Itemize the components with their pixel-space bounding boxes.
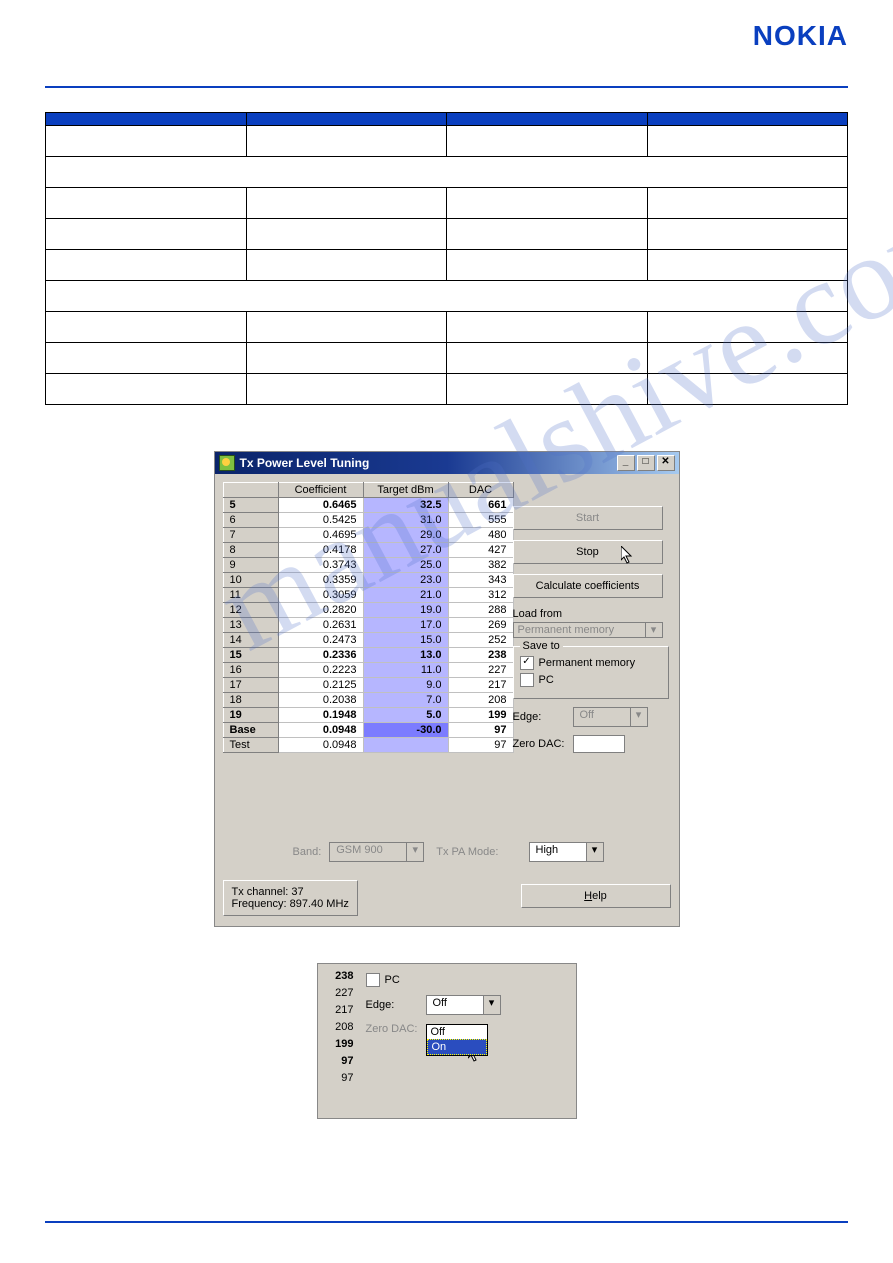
- help-button[interactable]: Help: [521, 884, 671, 908]
- dac-column: 2382272172081999797: [324, 968, 356, 1087]
- chevron-down-icon[interactable]: ▾: [630, 708, 647, 726]
- option-on[interactable]: On: [427, 1039, 487, 1055]
- nokia-logo: NOKIA: [753, 20, 848, 52]
- zero-dac-label: Zero DAC:: [513, 738, 573, 750]
- save-to-group: Save to ✓Permanent memory PC: [513, 646, 669, 699]
- pc-checkbox[interactable]: PC: [520, 673, 662, 687]
- chevron-down-icon[interactable]: ▾: [645, 623, 662, 637]
- tx-power-window: Tx Power Level Tuning _ □ ✕ CoefficientT…: [214, 451, 680, 927]
- edge-label: Edge:: [513, 711, 573, 723]
- chevron-down-icon[interactable]: ▾: [406, 843, 423, 861]
- load-from-label: Load from: [513, 608, 669, 620]
- maximize-icon[interactable]: □: [637, 455, 655, 471]
- power-grid[interactable]: CoefficientTarget dBmDAC50.646532.566160…: [223, 482, 514, 753]
- edge-combo-2[interactable]: Off▾: [426, 995, 501, 1015]
- band-label: Band:: [293, 846, 322, 858]
- perm-memory-checkbox[interactable]: ✓Permanent memory: [520, 656, 662, 670]
- zero-dac-input[interactable]: [573, 735, 625, 753]
- option-off[interactable]: Off: [427, 1025, 487, 1039]
- load-from-combo[interactable]: Permanent memory▾: [513, 622, 663, 638]
- channel-info: Tx channel: 37 Frequency: 897.40 MHz: [223, 880, 358, 916]
- edge-label-2: Edge:: [366, 999, 426, 1011]
- band-combo[interactable]: GSM 900▾: [329, 842, 424, 862]
- edge-dropdown-panel: 2382272172081999797 PC Edge: Off▾ Zero D…: [317, 963, 577, 1119]
- start-button[interactable]: Start: [513, 506, 663, 530]
- stop-button[interactable]: Stop: [513, 540, 663, 564]
- txpa-combo[interactable]: High▾: [529, 842, 604, 862]
- chevron-down-icon[interactable]: ▾: [586, 843, 603, 861]
- pc-checkbox-2[interactable]: PC: [366, 973, 570, 987]
- txpa-label: Tx PA Mode:: [436, 846, 498, 858]
- titlebar[interactable]: Tx Power Level Tuning _ □ ✕: [215, 452, 679, 474]
- edge-combo[interactable]: Off▾: [573, 707, 648, 727]
- minimize-icon[interactable]: _: [617, 455, 635, 471]
- calc-button[interactable]: Calculate coefficients: [513, 574, 663, 598]
- zero-dac-label-2: Zero DAC:: [366, 1023, 426, 1035]
- spec-table: [45, 112, 848, 405]
- close-icon[interactable]: ✕: [657, 455, 675, 471]
- app-icon: [219, 455, 235, 471]
- window-title: Tx Power Level Tuning: [240, 456, 370, 470]
- chevron-down-icon[interactable]: ▾: [483, 996, 500, 1014]
- edge-dropdown-list[interactable]: Off On: [426, 1024, 488, 1056]
